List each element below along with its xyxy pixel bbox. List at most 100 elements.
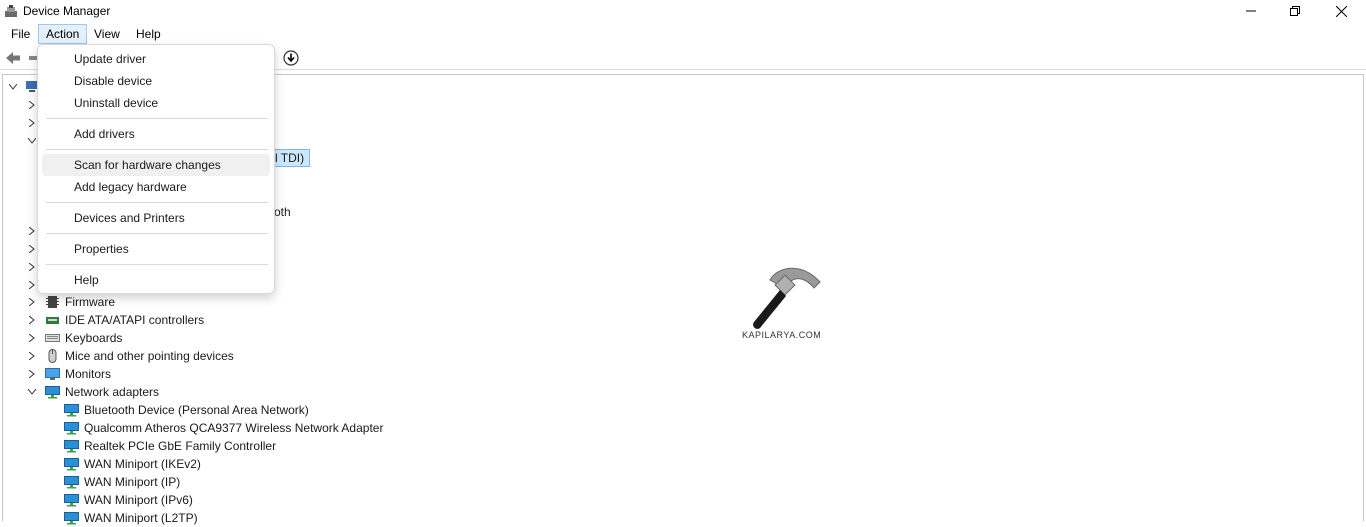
chevron-right-icon <box>29 119 35 127</box>
tree-item-label: Bluetooth Device (Personal Area Network) <box>84 403 309 417</box>
expand-chevron[interactable] <box>27 311 37 329</box>
menu-item-update-driver[interactable]: Update driver <box>42 48 270 70</box>
expand-chevron[interactable] <box>27 383 37 401</box>
tree-item-label: Realtek PCIe GbE Family Controller <box>84 439 277 453</box>
update-driver-icon <box>283 50 299 66</box>
network-adapter-icon <box>64 404 79 417</box>
menu-separator <box>46 264 268 265</box>
menu-bar: File Action View Help <box>0 22 1366 46</box>
ide-controller-icon <box>46 317 59 324</box>
monitor-icon <box>45 368 60 380</box>
chevron-right-icon <box>29 101 35 109</box>
chevron-right-icon <box>29 281 35 289</box>
menu-item-scan-hardware[interactable]: Scan for hardware changes <box>42 154 270 176</box>
expand-chevron[interactable] <box>27 365 37 383</box>
expand-chevron[interactable] <box>27 276 37 294</box>
restore-icon <box>1290 6 1300 16</box>
tree-item-network-adapters[interactable]: Network adapters <box>3 383 403 401</box>
tree-item-label: WAN Miniport (IPv6) <box>84 493 193 507</box>
tree-item-label: WAN Miniport (L2TP) <box>84 511 198 525</box>
chevron-right-icon <box>29 298 35 306</box>
tree-item-label: Mice and other pointing devices <box>65 349 234 363</box>
close-button[interactable] <box>1318 0 1364 22</box>
chevron-down-icon <box>9 84 17 90</box>
chevron-right-icon <box>29 245 35 253</box>
menu-item-uninstall-device[interactable]: Uninstall device <box>42 92 270 114</box>
tree-item-label: IDE ATA/ATAPI controllers <box>65 313 205 327</box>
firmware-icon <box>46 296 59 308</box>
menu-item-help[interactable]: Help <box>42 269 270 291</box>
network-adapter-icon <box>64 440 79 453</box>
menu-file[interactable]: File <box>4 24 37 44</box>
expand-chevron[interactable] <box>27 132 37 150</box>
chevron-down-icon <box>28 138 36 144</box>
device-manager-icon <box>5 5 17 17</box>
menu-separator <box>46 118 268 119</box>
tree-item-label: Keyboards <box>65 331 123 345</box>
action-dropdown-menu: Update driver Disable device Uninstall d… <box>37 44 275 294</box>
selected-device-label: l TDI) <box>275 151 305 165</box>
network-adapter-icon <box>64 494 79 507</box>
network-adapter-icon <box>64 512 79 525</box>
menu-action[interactable]: Action <box>38 24 88 44</box>
expand-chevron[interactable] <box>8 78 18 96</box>
tree-item-monitors[interactable]: Monitors <box>3 365 403 383</box>
watermark-text: KAPILARYA.COM <box>742 330 822 340</box>
tree-item-network-child[interactable]: Bluetooth Device (Personal Area Network) <box>3 401 503 419</box>
expand-chevron[interactable] <box>27 240 37 258</box>
network-adapter-icon <box>64 458 79 471</box>
back-arrow-icon <box>6 52 20 64</box>
tree-item-label: Network adapters <box>65 385 160 399</box>
menu-separator <box>46 202 268 203</box>
tree-item-network-child[interactable]: WAN Miniport (IP) <box>3 473 503 491</box>
update-driver-toolbar-button[interactable] <box>282 49 300 67</box>
menu-help[interactable]: Help <box>129 24 168 44</box>
menu-separator <box>46 149 268 150</box>
tree-item-network-child[interactable]: Qualcomm Atheros QCA9377 Wireless Networ… <box>3 419 503 437</box>
expand-chevron[interactable] <box>27 293 37 311</box>
keyboard-icon <box>45 334 60 342</box>
expand-chevron[interactable] <box>27 96 37 114</box>
minimize-button[interactable] <box>1228 0 1274 22</box>
title-bar: Device Manager <box>0 0 1366 22</box>
chevron-right-icon <box>29 370 35 378</box>
chevron-right-icon <box>29 334 35 342</box>
tree-item-label: WAN Miniport (IP) <box>84 475 181 489</box>
network-adapter-icon <box>64 476 79 489</box>
tree-item-ide[interactable]: IDE ATA/ATAPI controllers <box>3 311 403 329</box>
menu-separator <box>46 233 268 234</box>
network-adapter-icon <box>64 422 79 435</box>
menu-item-properties[interactable]: Properties <box>42 238 270 260</box>
tree-item-keyboards[interactable]: Keyboards <box>3 329 403 347</box>
expand-chevron[interactable] <box>27 347 37 365</box>
menu-view[interactable]: View <box>87 24 127 44</box>
chevron-right-icon <box>29 316 35 324</box>
tree-item-label: Monitors <box>65 367 112 381</box>
tree-item-label: Qualcomm Atheros QCA9377 Wireless Networ… <box>84 421 384 435</box>
tree-item-network-child[interactable]: WAN Miniport (L2TP) <box>3 509 503 527</box>
tree-item-label: Firmware <box>65 295 115 309</box>
minimize-icon <box>1246 10 1256 12</box>
tree-item-network-child[interactable]: WAN Miniport (IPv6) <box>3 491 503 509</box>
tree-item-mice[interactable]: Mice and other pointing devices <box>3 347 403 365</box>
menu-item-add-legacy-hardware[interactable]: Add legacy hardware <box>42 176 270 198</box>
expand-chevron[interactable] <box>27 329 37 347</box>
chevron-right-icon <box>29 352 35 360</box>
expand-chevron[interactable] <box>27 222 37 240</box>
expand-chevron[interactable] <box>27 258 37 276</box>
menu-item-disable-device[interactable]: Disable device <box>42 70 270 92</box>
menu-item-add-drivers[interactable]: Add drivers <box>42 123 270 145</box>
tree-item-network-child[interactable]: WAN Miniport (IKEv2) <box>3 455 503 473</box>
network-adapter-icon <box>45 386 60 399</box>
back-button[interactable] <box>4 49 22 67</box>
chevron-down-icon <box>28 389 36 395</box>
restore-button[interactable] <box>1272 0 1318 22</box>
chevron-right-icon <box>29 263 35 271</box>
menu-item-devices-printers[interactable]: Devices and Printers <box>42 207 270 229</box>
tree-item-network-child[interactable]: Realtek PCIe GbE Family Controller <box>3 437 503 455</box>
expand-chevron[interactable] <box>27 114 37 132</box>
bluetooth-label-fragment: oth <box>274 205 291 219</box>
tree-item-firmware[interactable]: Firmware <box>3 293 403 311</box>
close-icon <box>1335 5 1347 17</box>
tree-item-label: WAN Miniport (IKEv2) <box>84 457 201 471</box>
